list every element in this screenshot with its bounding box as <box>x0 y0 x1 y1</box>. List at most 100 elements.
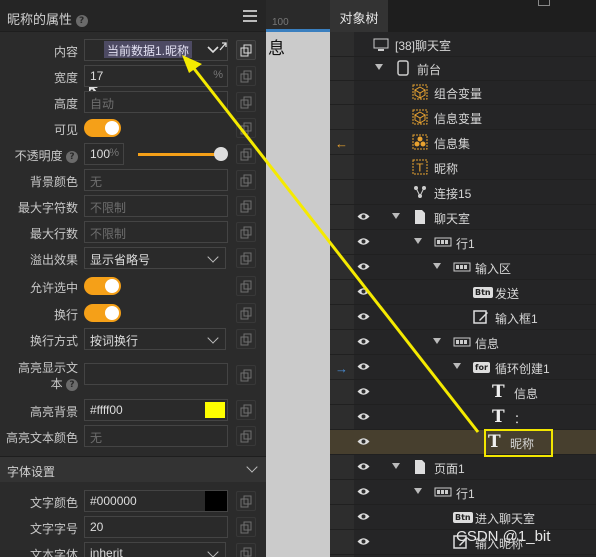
eye-icon[interactable] <box>357 362 370 371</box>
wrapmode-select[interactable]: 按词换行 <box>84 328 226 350</box>
tree-node[interactable]: 聊天室 <box>330 205 596 230</box>
chevron-down-icon[interactable] <box>392 213 400 219</box>
bgcolor-input[interactable]: 无 <box>84 169 228 191</box>
color-swatch[interactable] <box>205 402 225 418</box>
expand-icon[interactable] <box>207 41 227 57</box>
bind-icon[interactable] <box>236 144 256 164</box>
chevron-down-icon[interactable] <box>392 463 400 469</box>
chevron-down-icon[interactable] <box>433 263 441 269</box>
arrow-left-icon[interactable]: ← <box>335 136 348 151</box>
tree-node[interactable]: 信息变量 <box>330 105 596 130</box>
chevron-down-icon[interactable] <box>414 488 422 494</box>
maxlines-input[interactable]: 不限制 <box>84 221 228 243</box>
width-input[interactable]: 17% <box>84 65 228 87</box>
eye-icon[interactable] <box>357 212 370 221</box>
tree-node[interactable]: 行1 <box>330 230 596 255</box>
bind-icon[interactable] <box>236 426 256 446</box>
opacity-slider[interactable] <box>138 153 222 156</box>
opacity-input[interactable]: 100% <box>84 143 124 165</box>
eye-icon[interactable] <box>357 337 370 346</box>
tree-node[interactable]: ← 信息集 <box>330 130 596 155</box>
eye-icon[interactable] <box>357 412 370 421</box>
opacity-slider-handle[interactable] <box>214 147 228 161</box>
tree-node[interactable]: Btn 发送 <box>330 280 596 305</box>
tab-object-tree[interactable]: 对象树 <box>330 0 388 32</box>
fontsize-input[interactable]: 20 <box>84 516 228 538</box>
color-swatch[interactable] <box>205 491 227 511</box>
tree-node[interactable]: T 信息 <box>330 380 596 405</box>
tree-node[interactable]: 输入区 <box>330 255 596 280</box>
canvas-text[interactable]: 息 <box>268 34 285 59</box>
bind-icon[interactable] <box>236 543 256 557</box>
tree-node[interactable]: Btn 进入聊天室 <box>330 505 596 530</box>
arrow-right-icon[interactable]: → <box>335 361 348 376</box>
tree-node[interactable]: T 昵称 <box>330 430 596 455</box>
bind-icon[interactable] <box>236 66 256 86</box>
bind-icon[interactable] <box>236 491 256 511</box>
height-input[interactable]: 自动 <box>84 91 228 113</box>
eye-icon[interactable] <box>357 312 370 321</box>
chevron-down-icon[interactable] <box>414 238 422 244</box>
menu-icon[interactable] <box>243 10 257 22</box>
eye-icon[interactable] <box>357 512 370 521</box>
bind-icon[interactable] <box>236 365 256 385</box>
eye-icon[interactable] <box>357 387 370 396</box>
eye-icon[interactable] <box>357 237 370 246</box>
tree-node[interactable]: T： <box>330 405 596 430</box>
bind-icon[interactable] <box>236 196 256 216</box>
eye-icon[interactable] <box>357 437 370 446</box>
eye-icon[interactable] <box>357 287 370 296</box>
chevron-down-icon[interactable] <box>453 363 461 369</box>
maxchars-input[interactable]: 不限制 <box>84 195 228 217</box>
bind-icon[interactable] <box>236 329 256 349</box>
wrap-toggle[interactable] <box>84 304 121 322</box>
eye-icon[interactable] <box>357 262 370 271</box>
fontcolor-input[interactable]: #000000 <box>84 490 228 512</box>
bind-icon[interactable] <box>236 248 256 268</box>
eye-icon[interactable] <box>357 537 370 546</box>
help-icon[interactable]: ? <box>66 150 78 163</box>
tree-node[interactable]: 输入框1 <box>330 305 596 330</box>
tree-node[interactable]: 输入昵称 <box>330 530 596 555</box>
overflow-select[interactable]: 显示省略号 <box>84 247 226 269</box>
bgcolor-placeholder: 无 <box>90 175 103 189</box>
tree-node[interactable]: 行1 <box>330 480 596 505</box>
bind-icon[interactable] <box>236 276 256 296</box>
chevron-down-icon[interactable] <box>375 64 383 70</box>
eye-icon[interactable] <box>357 462 370 471</box>
font-section-header[interactable]: 字体设置 <box>0 456 266 482</box>
tree-node[interactable]: [38]聊天室 <box>330 32 596 57</box>
bind-icon[interactable] <box>236 517 256 537</box>
row-allowsel: 允许选中 <box>0 273 266 299</box>
allowsel-toggle[interactable] <box>84 277 121 295</box>
copy-icon[interactable] <box>236 40 256 60</box>
bind-icon[interactable] <box>236 118 256 138</box>
chevron-down-icon[interactable] <box>433 338 441 344</box>
content-binding-chip[interactable]: 当前数据1.昵称 <box>104 41 193 58</box>
eye-icon[interactable] <box>357 487 370 496</box>
tree-node[interactable]: → for 循环创建1 <box>330 355 596 380</box>
hlcolor-input[interactable]: 无 <box>84 425 228 447</box>
help-icon[interactable]: ? <box>66 378 78 391</box>
hltext-input[interactable] <box>84 363 228 385</box>
fontfamily-select[interactable]: inherit <box>84 542 226 557</box>
window-icon[interactable] <box>538 0 550 6</box>
bind-icon[interactable] <box>236 222 256 242</box>
tree-node[interactable]: 前台 <box>330 56 596 81</box>
bind-icon[interactable] <box>236 303 256 323</box>
tree-node[interactable]: 连接15 <box>330 180 596 205</box>
bind-icon[interactable] <box>236 170 256 190</box>
bind-icon[interactable] <box>236 92 256 112</box>
tree-node[interactable]: 组合变量 <box>330 80 596 105</box>
bind-icon[interactable] <box>236 400 256 420</box>
svg-text:T: T <box>416 162 424 175</box>
design-canvas[interactable] <box>266 0 330 557</box>
tree-node[interactable]: 信息 <box>330 330 596 355</box>
help-icon[interactable]: ? <box>75 14 88 27</box>
tree-node[interactable]: 页面1 <box>330 455 596 480</box>
visible-toggle[interactable] <box>84 119 121 137</box>
hlbg-input[interactable]: #ffff00 <box>84 399 228 421</box>
tree-node[interactable]: T 昵称 <box>330 155 596 180</box>
row-opacity: 不透明度 ? 100% <box>0 141 266 167</box>
tree-node-label: 行1 <box>456 487 475 501</box>
